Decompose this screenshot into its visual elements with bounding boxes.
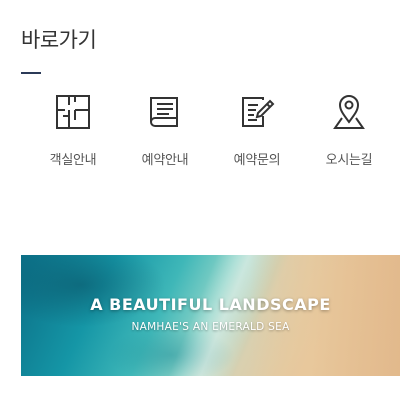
banner-title: A BEAUTIFUL LANDSCAPE <box>90 295 331 314</box>
map-pin-icon <box>333 95 365 129</box>
title-underline <box>21 72 41 74</box>
floor-plan-icon <box>56 95 90 129</box>
quick-link-reservation-inquiry[interactable]: 예약문의 <box>209 92 305 172</box>
banner-subtitle: NAMHAE'S AN EMERALD SEA <box>131 321 290 333</box>
quick-link-directions[interactable]: 오시는길 <box>301 92 397 172</box>
landscape-banner[interactable]: A BEAUTIFUL LANDSCAPE NAMHAE'S AN EMERAL… <box>21 255 400 376</box>
quick-links: 객실안내 예약안내 예약문의 오시는길 <box>0 92 400 172</box>
section-title: 바로가기 <box>21 28 97 52</box>
edit-document-icon <box>242 97 275 127</box>
quick-link-label: 객실안내 <box>49 153 97 168</box>
quick-link-label: 예약안내 <box>141 153 189 168</box>
banner-beach-sand <box>250 255 400 376</box>
quick-link-label: 예약문의 <box>233 153 281 168</box>
quick-link-reservation-info[interactable]: 예약안내 <box>117 92 213 172</box>
quick-link-rooms[interactable]: 객실안내 <box>25 92 121 172</box>
book-icon <box>150 97 178 127</box>
quick-link-label: 오시는길 <box>325 153 373 168</box>
